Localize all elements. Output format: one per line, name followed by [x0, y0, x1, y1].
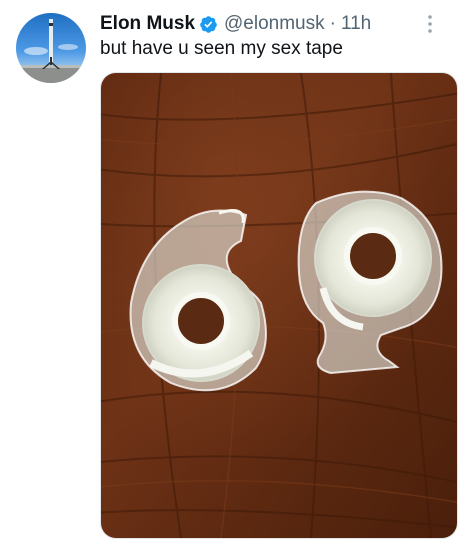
- timestamp[interactable]: 11h: [341, 13, 371, 35]
- avatar[interactable]: [16, 13, 86, 83]
- display-name[interactable]: Elon Musk: [100, 13, 195, 35]
- tweet-text: but have u seen my sex tape: [100, 38, 343, 59]
- user-handle[interactable]: @elonmusk: [224, 13, 325, 35]
- rocket-launch-avatar: [16, 13, 86, 83]
- more-options-icon[interactable]: [418, 12, 442, 36]
- tweet-media[interactable]: [100, 72, 458, 539]
- tweet-header: Elon Musk @elonmusk · 11h: [100, 11, 371, 37]
- verified-badge-icon: [199, 15, 218, 34]
- separator-dot: ·: [329, 13, 336, 34]
- photo-two-tape-dispensers: [101, 73, 457, 538]
